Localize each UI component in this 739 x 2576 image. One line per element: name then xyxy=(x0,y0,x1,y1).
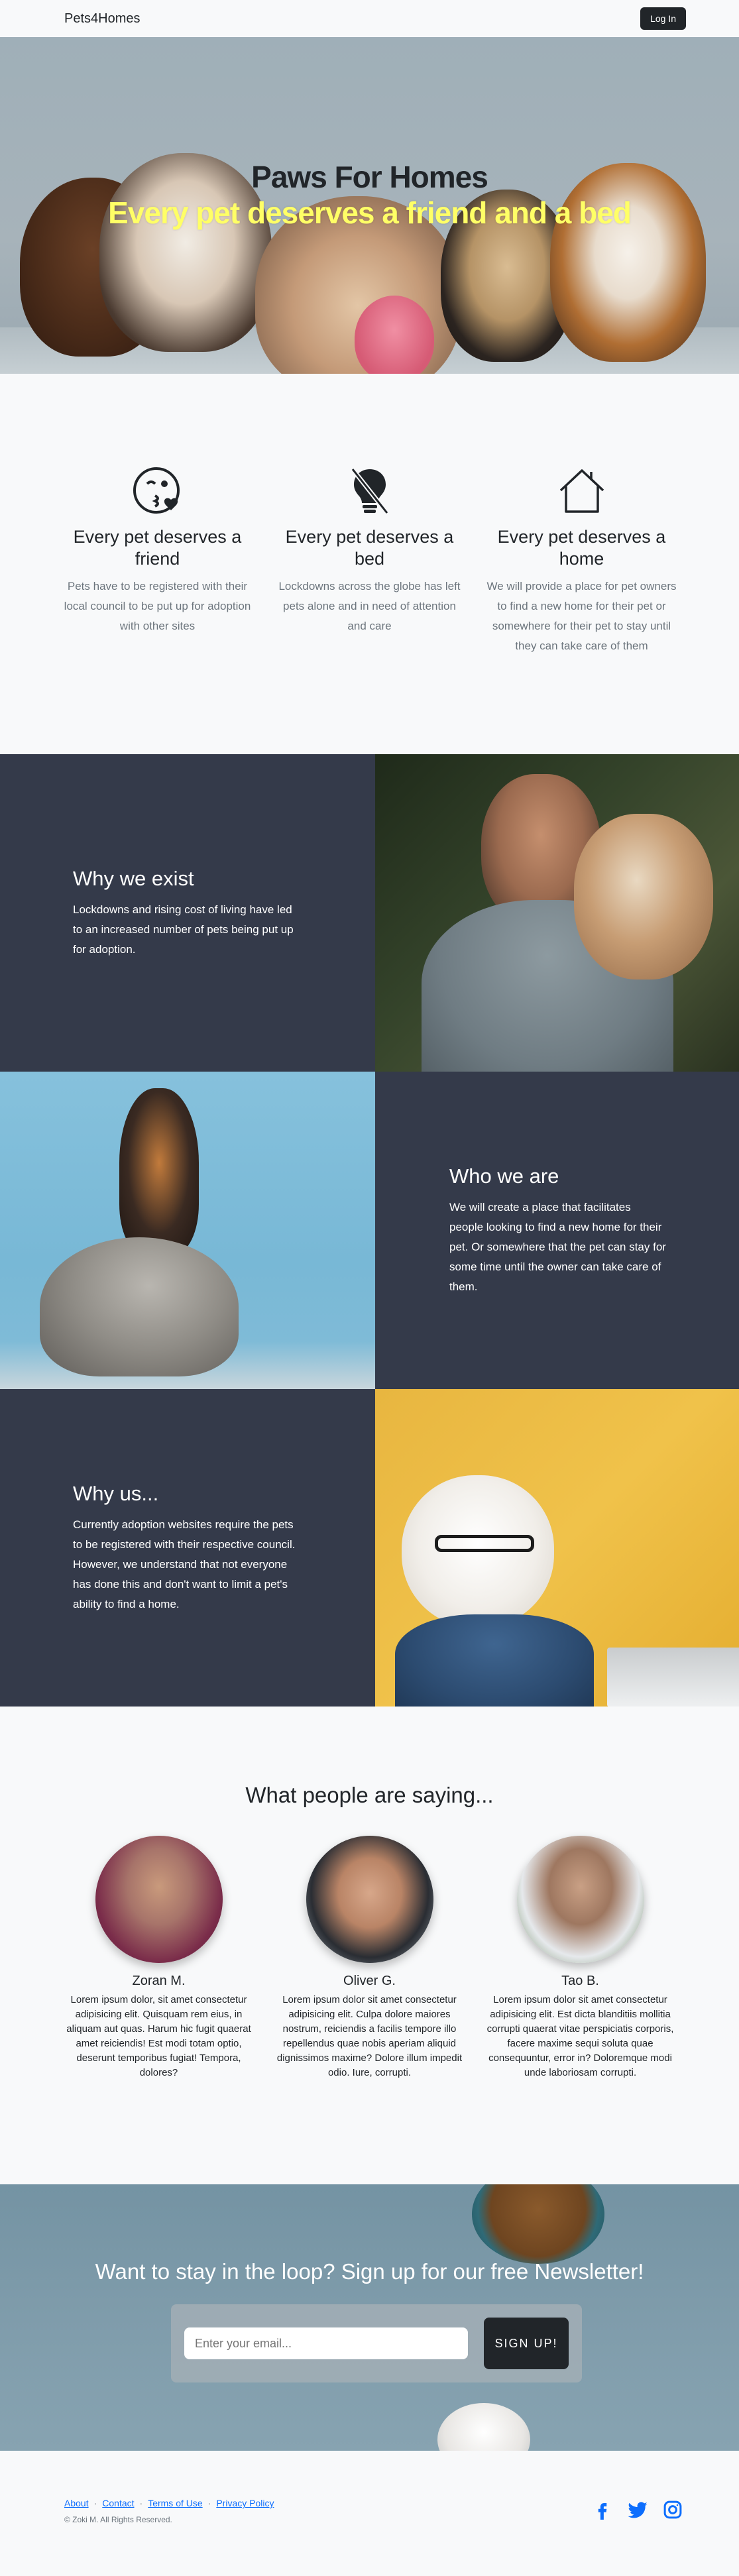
feature-card: Every pet deserves a friend Pets have to… xyxy=(52,464,264,754)
footer-link-privacy[interactable]: Privacy Policy xyxy=(216,2498,274,2508)
feature-title: Every pet deserves a friend xyxy=(73,527,242,569)
avatar xyxy=(306,1836,433,1963)
feature-text: Lockdowns across the globe has left pets… xyxy=(278,580,461,632)
newsletter-section: Want to stay in the loop? Sign up for ou… xyxy=(0,2184,739,2451)
signup-button[interactable]: SIGN UP! xyxy=(484,2318,569,2369)
feature-title: Every pet deserves a bed xyxy=(285,527,454,569)
emoji-wink-kiss-icon xyxy=(131,464,184,517)
testimonial-text: Lorem ipsum dolor sit amet consectetur a… xyxy=(486,1994,674,2078)
testimonials-heading: What people are saying... xyxy=(245,1783,494,1807)
brand-logo[interactable]: Pets4Homes xyxy=(64,11,141,27)
pet-food-bowl-image xyxy=(472,2184,604,2264)
hero-title: Paws For Homes xyxy=(251,160,488,194)
dog-with-laptop-image xyxy=(375,1389,739,1707)
testimonial-name: Oliver G. xyxy=(343,1974,396,1988)
footer-link-terms[interactable]: Terms of Use xyxy=(148,2498,202,2508)
hero-section: Paws For Homes Every pet deserves a frie… xyxy=(0,37,739,374)
link-separator: · xyxy=(93,2498,97,2508)
footer-link-about[interactable]: About xyxy=(64,2498,89,2508)
newsletter-form: SIGN UP! xyxy=(171,2304,582,2382)
twitter-icon[interactable] xyxy=(627,2499,648,2524)
showcase-paragraph: Lockdowns and rising cost of living have… xyxy=(73,903,294,956)
hero-text: Paws For Homes Every pet deserves a frie… xyxy=(0,159,739,231)
avatar xyxy=(516,1836,644,1963)
house-icon xyxy=(555,464,608,517)
instagram-icon[interactable] xyxy=(663,2500,683,2523)
showcase-heading: Why us... xyxy=(73,1481,159,1505)
testimonial-name: Tao B. xyxy=(561,1974,599,1988)
copyright-text: © Zoki M. All Rights Reserved. xyxy=(64,2515,172,2524)
showcase-heading: Who we are xyxy=(449,1164,559,1188)
showcase-text: Why us... Currently adoption websites re… xyxy=(0,1389,375,1707)
dog-and-cat-image xyxy=(0,1072,375,1389)
lightbulb-off-icon xyxy=(343,464,396,517)
showcase-row: Why we exist Lockdowns and rising cost o… xyxy=(0,754,739,1072)
showcase-row: Who we are We will create a place that f… xyxy=(0,1072,739,1389)
showcase-paragraph: We will create a place that facilitates … xyxy=(449,1200,666,1293)
login-button[interactable]: Log In xyxy=(640,7,686,30)
feature-card: Every pet deserves a home We will provid… xyxy=(476,464,688,754)
feature-text: Pets have to be registered with their lo… xyxy=(64,580,251,632)
showcase-text: Who we are We will create a place that f… xyxy=(375,1072,739,1389)
showcase-text: Why we exist Lockdowns and rising cost o… xyxy=(0,754,375,1072)
link-separator: · xyxy=(139,2498,143,2508)
testimonial-name: Zoran M. xyxy=(132,1974,186,1988)
feature-title: Every pet deserves a home xyxy=(497,527,666,569)
testimonials-section: What people are saying... Zoran M. Lorem… xyxy=(0,1707,739,2184)
social-links xyxy=(593,2499,683,2524)
navbar: Pets4Homes Log In xyxy=(0,0,739,37)
testimonial-card: Oliver G. Lorem ipsum dolor sit amet con… xyxy=(264,1836,475,2080)
link-separator: · xyxy=(207,2498,211,2508)
testimonial-card: Tao B. Lorem ipsum dolor sit amet consec… xyxy=(475,1836,686,2080)
man-hugging-dog-image xyxy=(375,754,739,1072)
avatar xyxy=(95,1836,223,1963)
testimonial-text: Lorem ipsum dolor sit amet consectetur a… xyxy=(276,1994,463,2078)
feature-text: We will provide a place for pet owners t… xyxy=(486,580,677,652)
feature-card: Every pet deserves a bed Lockdowns acros… xyxy=(264,464,476,754)
testimonial-text: Lorem ipsum dolor, sit amet consectetur … xyxy=(66,1994,251,2078)
cat-paw-image xyxy=(437,2403,530,2451)
facebook-icon[interactable] xyxy=(593,2500,612,2523)
footer-link-contact[interactable]: Contact xyxy=(102,2498,134,2508)
showcase-heading: Why we exist xyxy=(73,866,194,890)
footer-left: About · Contact · Terms of Use · Privacy Polic… xyxy=(64,2498,274,2524)
testimonials-row: Zoran M. Lorem ipsum dolor, sit amet con… xyxy=(0,1836,739,2080)
showcase-paragraph: Currently adoption websites require the … xyxy=(73,1518,296,1610)
footer: About · Contact · Terms of Use · Privacy Polic… xyxy=(0,2451,739,2571)
newsletter-heading: Want to stay in the loop? Sign up for ou… xyxy=(95,2259,644,2284)
puppy-image xyxy=(355,296,434,374)
showcase-row: Why us... Currently adoption websites re… xyxy=(0,1389,739,1707)
email-input[interactable] xyxy=(184,2327,468,2359)
showcase-section: Why we exist Lockdowns and rising cost o… xyxy=(0,754,739,1707)
footer-links: About · Contact · Terms of Use · Privacy Polic… xyxy=(64,2498,274,2508)
features-section: Every pet deserves a friend Pets have to… xyxy=(0,374,739,754)
testimonial-card: Zoran M. Lorem ipsum dolor, sit amet con… xyxy=(54,1836,264,2080)
hero-subtitle: Every pet deserves a friend and a bed xyxy=(108,196,632,230)
